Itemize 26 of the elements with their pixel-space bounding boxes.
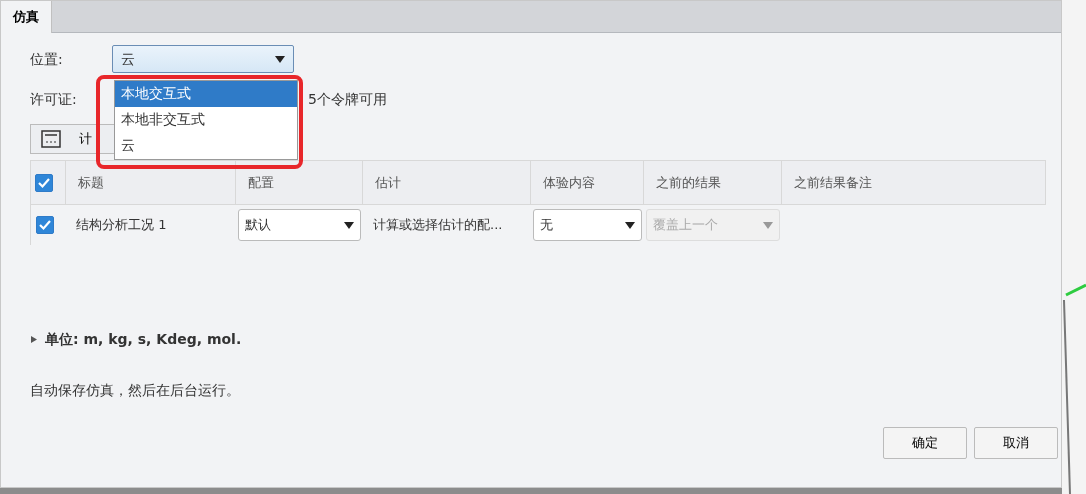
column-header[interactable]: 之前结果备注 [794,172,872,193]
caret-icon [275,55,285,63]
tab[interactable]: 仿真 [1,1,52,33]
expand-icon[interactable] [30,335,38,344]
location-dropdown[interactable]: 云 [112,45,294,73]
caret-icon [763,221,773,229]
checkbox[interactable] [36,216,54,234]
caret-icon [625,221,635,229]
dialog-button[interactable]: 确定 [883,427,967,459]
cell-dropdown[interactable]: 默认 [238,209,361,241]
calculator-icon [41,130,61,148]
column-header[interactable]: 配置 [248,172,274,193]
checkbox[interactable] [35,173,53,192]
table-cell-text: 计算或选择估计的配... [373,216,503,235]
cell-dropdown[interactable]: 无 [533,209,642,241]
field-label: 许可证: [30,90,78,109]
units-text: 单位: m, kg, s, Kdeg, mol. [45,330,242,349]
autosave-text: 自动保存仿真，然后在后台运行。 [30,382,240,398]
column-header[interactable]: 估计 [375,172,401,193]
dialog-button[interactable]: 取消 [974,427,1058,459]
token-info: 5个令牌可用 [308,90,387,109]
field-label: 位置: [30,49,64,69]
dropdown-option[interactable]: 本地交互式 [115,81,297,107]
caret-icon [344,221,354,229]
table-cell-text: 结构分析工况 1 [76,216,167,235]
column-header[interactable]: 标题 [78,172,104,193]
